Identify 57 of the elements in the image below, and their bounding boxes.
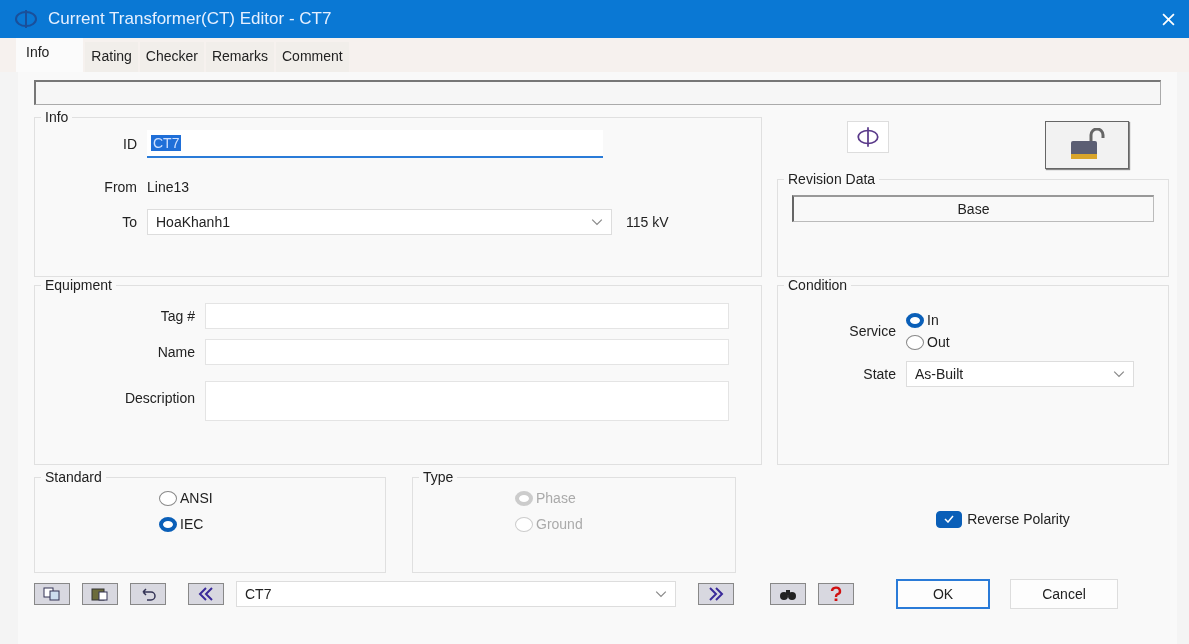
to-dropdown[interactable]: HoaKhanh1 xyxy=(147,209,612,235)
field-label: Tag # xyxy=(159,308,196,324)
help-button[interactable] xyxy=(818,583,854,605)
chevron-down-icon xyxy=(591,218,603,226)
field-label: To xyxy=(121,214,138,230)
transformer-symbol-icon xyxy=(855,126,881,148)
symbol-button[interactable] xyxy=(847,121,889,153)
field-label: State xyxy=(862,366,897,382)
tab[interactable]: Rating xyxy=(85,42,138,72)
transformer-symbol-icon xyxy=(14,9,38,29)
window-title: Current Transformer(CT) Editor - CT7 xyxy=(48,9,333,29)
checkmark-icon xyxy=(944,515,955,523)
group-title: Standard xyxy=(44,469,103,485)
radio-option[interactable]: ANSI xyxy=(159,487,213,509)
find-button[interactable] xyxy=(770,583,806,605)
copy-button[interactable] xyxy=(34,583,70,605)
double-chevron-left-icon xyxy=(196,586,216,602)
field-label: Service xyxy=(848,323,897,339)
revision-field: Base xyxy=(792,195,1154,222)
undo-button[interactable] xyxy=(130,583,166,605)
group-title: Info xyxy=(44,109,70,125)
previous-button[interactable] xyxy=(188,583,224,605)
group-title: Revision Data xyxy=(787,171,877,187)
group-title: Condition xyxy=(787,277,849,293)
id-field[interactable]: CT7 xyxy=(147,130,603,158)
from-value: Line13 xyxy=(147,179,190,195)
field-label: From xyxy=(103,179,138,195)
clipboard-icon xyxy=(90,586,110,602)
field-label: Name xyxy=(156,344,196,360)
group-title: Type xyxy=(422,469,455,485)
close-icon[interactable] xyxy=(1162,12,1175,26)
input-field[interactable] xyxy=(205,303,729,329)
dialog-button[interactable]: Cancel xyxy=(1010,579,1118,609)
lock-button[interactable] xyxy=(1045,121,1129,169)
voltage-label: 115 kV xyxy=(626,214,669,230)
radio-option[interactable]: IEC xyxy=(159,513,204,535)
next-button[interactable] xyxy=(698,583,734,605)
copy-icon xyxy=(42,586,62,602)
state-dropdown[interactable]: As-Built xyxy=(906,361,1134,387)
tab[interactable]: Comment xyxy=(276,42,349,72)
chevron-down-icon xyxy=(1113,370,1125,378)
radio-option[interactable]: In xyxy=(906,309,950,331)
radio-option[interactable]: Out xyxy=(906,331,950,353)
field-label: Description xyxy=(123,390,196,406)
chevron-down-icon xyxy=(655,590,667,598)
tab[interactable]: Checker xyxy=(139,42,204,72)
input-field[interactable] xyxy=(205,381,729,421)
dialog-button[interactable]: OK xyxy=(896,579,990,609)
double-chevron-right-icon xyxy=(706,586,726,602)
tab[interactable]: Info xyxy=(16,38,84,72)
element-dropdown[interactable]: CT7 xyxy=(236,581,676,607)
input-field[interactable] xyxy=(205,339,729,365)
group-title: Equipment xyxy=(44,277,113,293)
tab[interactable]: Remarks xyxy=(205,42,274,72)
reverse-polarity-checkbox[interactable]: Reverse Polarity xyxy=(930,509,1076,529)
paste-button[interactable] xyxy=(82,583,118,605)
field-label: ID xyxy=(122,136,138,152)
